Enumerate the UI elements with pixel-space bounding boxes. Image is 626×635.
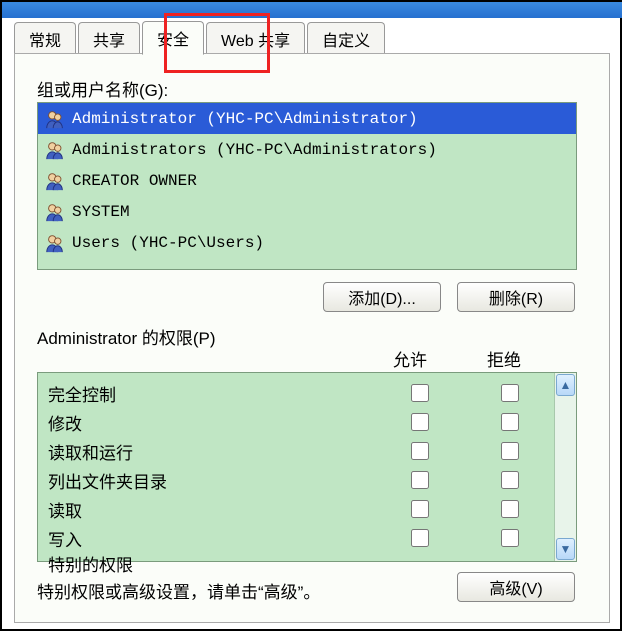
- deny-checkbox[interactable]: [501, 413, 519, 431]
- users-listbox[interactable]: Administrator (YHC-PC\Administrator) Adm…: [37, 102, 577, 270]
- user-row[interactable]: SYSTEM: [38, 196, 576, 227]
- tab-strip: 常规 共享 安全 Web 共享 自定义: [14, 22, 387, 54]
- deny-checkbox[interactable]: [501, 442, 519, 460]
- scroll-down-icon[interactable]: ▼: [556, 538, 575, 560]
- tab-web-sharing[interactable]: Web 共享: [206, 22, 305, 55]
- add-button[interactable]: 添加(D)...: [323, 282, 441, 312]
- tab-general[interactable]: 常规: [14, 22, 76, 55]
- users-icon: [44, 201, 66, 223]
- user-row[interactable]: CREATOR OWNER: [38, 165, 576, 196]
- perm-row: 读取和运行: [48, 437, 554, 466]
- column-deny: 拒绝: [487, 346, 521, 371]
- user-row[interactable]: Administrators (YHC-PC\Administrators): [38, 134, 576, 165]
- allow-checkbox[interactable]: [411, 471, 429, 489]
- allow-checkbox[interactable]: [411, 384, 429, 402]
- perm-name: 列出文件夹目录: [48, 468, 374, 493]
- users-icon: [44, 139, 66, 161]
- permissions-listbox: 完全控制 修改 读取和运行 列出文件夹目录 读取: [37, 372, 577, 562]
- tab-security[interactable]: 安全: [142, 21, 204, 55]
- permissions-for-label: Administrator 的权限(P): [37, 324, 216, 349]
- perm-name: 完全控制: [48, 381, 374, 406]
- scroll-up-icon[interactable]: ▲: [556, 374, 575, 396]
- deny-checkbox[interactable]: [501, 384, 519, 402]
- allow-checkbox[interactable]: [411, 442, 429, 460]
- perm-name: 读取和运行: [48, 439, 374, 464]
- titlebar: [2, 2, 622, 18]
- perm-row: 特别的权限: [48, 553, 554, 573]
- deny-checkbox[interactable]: [501, 529, 519, 547]
- perm-row: 读取: [48, 495, 554, 524]
- perm-row: 写入: [48, 524, 554, 553]
- user-label: Users (YHC-PC\Users): [72, 234, 264, 252]
- tab-sharing[interactable]: 共享: [78, 22, 140, 55]
- user-icon: [44, 108, 66, 130]
- scroll-track[interactable]: [555, 397, 576, 537]
- permissions-content: 完全控制 修改 读取和运行 列出文件夹目录 读取: [38, 373, 554, 561]
- perm-row: 修改: [48, 408, 554, 437]
- scrollbar[interactable]: ▲ ▼: [554, 373, 576, 561]
- deny-checkbox[interactable]: [501, 471, 519, 489]
- user-buttons: 添加(D)... 删除(R): [323, 282, 575, 312]
- users-icon: [44, 232, 66, 254]
- perm-row: 完全控制: [48, 379, 554, 408]
- user-label: CREATOR OWNER: [72, 172, 197, 190]
- allow-checkbox[interactable]: [411, 413, 429, 431]
- user-row[interactable]: Administrator (YHC-PC\Administrator): [38, 103, 576, 134]
- column-allow: 允许: [393, 346, 427, 371]
- users-icon: [44, 170, 66, 192]
- perm-name: 修改: [48, 410, 374, 435]
- user-row[interactable]: Users (YHC-PC\Users): [38, 227, 576, 258]
- user-label: Administrators (YHC-PC\Administrators): [72, 141, 437, 159]
- perm-name: 特别的权限: [48, 553, 374, 573]
- perm-row: 列出文件夹目录: [48, 466, 554, 495]
- group-users-label: 组或用户名称(G):: [37, 76, 168, 101]
- advanced-button[interactable]: 高级(V): [457, 572, 575, 602]
- allow-checkbox[interactable]: [411, 500, 429, 518]
- tab-customize[interactable]: 自定义: [307, 22, 385, 55]
- security-panel: 组或用户名称(G): Administrator (YHC-PC\Adminis…: [14, 53, 610, 623]
- deny-checkbox[interactable]: [501, 500, 519, 518]
- allow-checkbox[interactable]: [411, 529, 429, 547]
- user-label: SYSTEM: [72, 203, 130, 221]
- user-label: Administrator (YHC-PC\Administrator): [72, 110, 418, 128]
- footer-hint: 特别权限或高级设置，请单击“高级”。: [37, 578, 320, 603]
- perm-name: 写入: [48, 526, 374, 551]
- perm-name: 读取: [48, 497, 374, 522]
- remove-button[interactable]: 删除(R): [457, 282, 575, 312]
